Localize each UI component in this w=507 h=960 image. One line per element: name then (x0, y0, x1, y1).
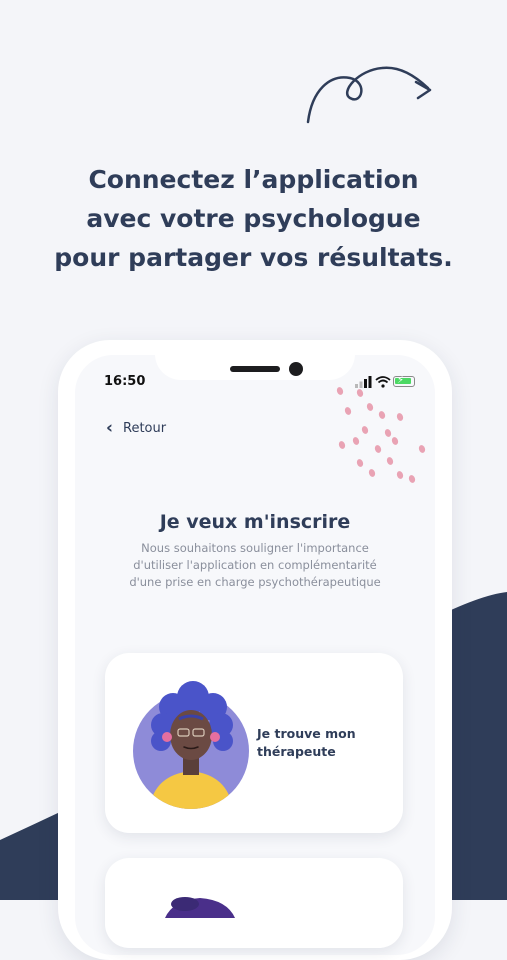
headline: Connectez l’application avec votre psych… (0, 160, 507, 277)
headline-line-3: pour partager vos résultats. (54, 243, 453, 272)
decorative-dots (336, 387, 426, 483)
therapist-avatar-icon (133, 681, 249, 809)
screen-title: Je veux m'inscrire (159, 511, 351, 533)
front-camera (289, 362, 303, 376)
subtitle-line-1: Nous souhaitons souligner l'importance (141, 541, 369, 555)
headline-line-2: avec votre psychologue (86, 204, 421, 233)
screen-subtitle: Nous souhaitons souligner l'importance d… (105, 540, 405, 591)
find-therapist-card[interactable]: Je trouve mon thérapeute (105, 653, 403, 833)
chevron-left-icon: ‹ (106, 418, 114, 438)
status-time: 16:50 (104, 374, 146, 389)
speaker-grille (230, 366, 280, 372)
subtitle-line-3: d'une prise en charge psychothérapeutiqu… (129, 575, 381, 589)
headline-line-1: Connectez l’application (88, 165, 419, 194)
subtitle-line-2: d'utiliser l'application en complémentar… (133, 558, 377, 572)
patient-avatar-icon (165, 897, 235, 918)
back-button[interactable]: ‹ Retour (106, 420, 166, 437)
second-option-card[interactable] (105, 858, 403, 948)
phone-notch (155, 340, 355, 380)
find-therapist-label: Je trouve mon thérapeute (257, 726, 356, 759)
back-label: Retour (123, 421, 167, 436)
curved-arrow-icon (306, 66, 432, 124)
